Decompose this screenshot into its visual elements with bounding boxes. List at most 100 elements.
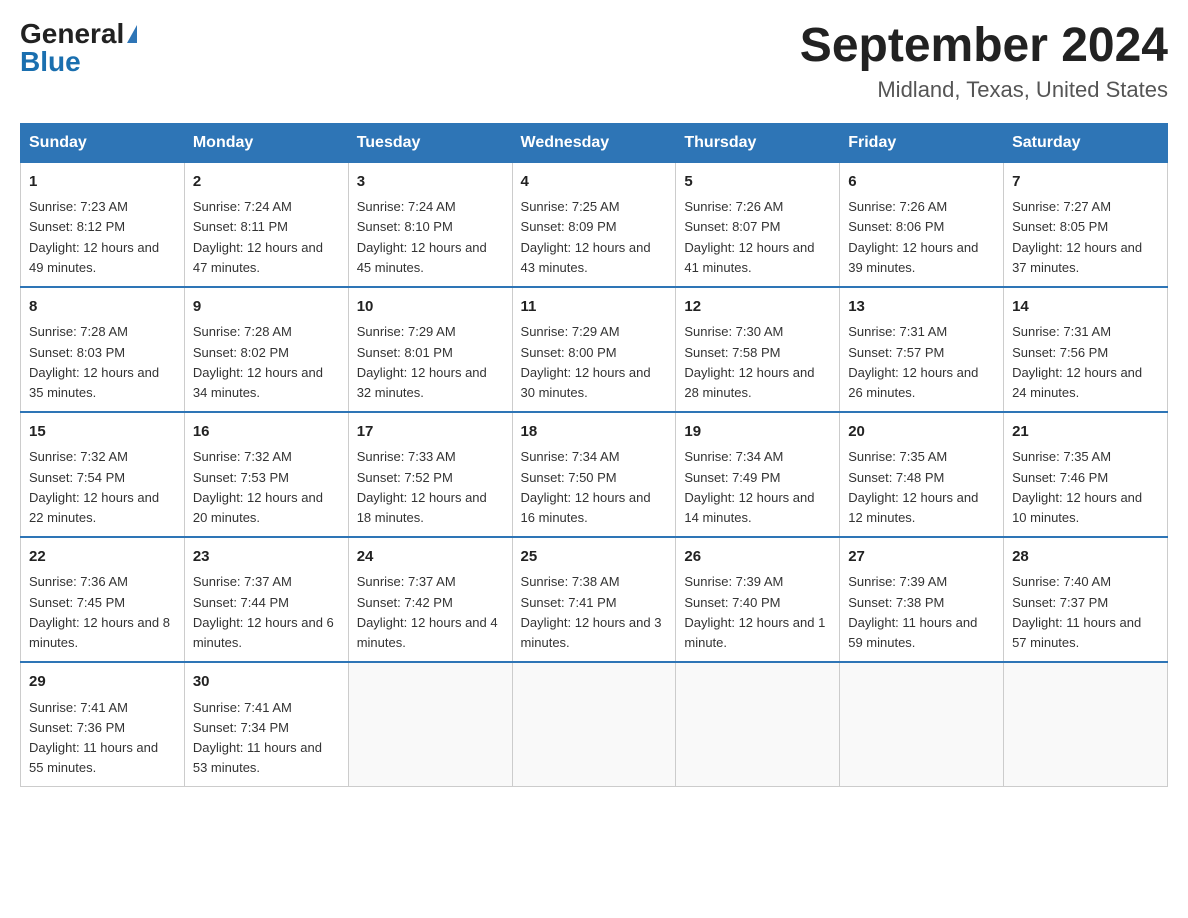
day-number: 27 xyxy=(848,546,995,569)
day-number: 12 xyxy=(684,296,831,319)
day-info: Sunrise: 7:39 AMSunset: 7:38 PMDaylight:… xyxy=(848,572,995,653)
calendar-cell: 11Sunrise: 7:29 AMSunset: 8:00 PMDayligh… xyxy=(512,287,676,412)
weekday-header-saturday: Saturday xyxy=(1004,123,1168,162)
day-number: 17 xyxy=(357,421,504,444)
calendar-cell: 14 Sunrise: 7:31 AMSunset: 7:56 PMDayligh… xyxy=(1004,287,1168,412)
calendar-subtitle: Midland, Texas, United States xyxy=(800,77,1168,103)
day-info: Sunrise: 7:41 AMSunset: 7:34 PMDaylight:… xyxy=(193,698,340,779)
calendar-cell xyxy=(1004,662,1168,787)
weekday-header-sunday: Sunday xyxy=(21,123,185,162)
weekday-header-monday: Monday xyxy=(184,123,348,162)
day-info: Sunrise: 7:31 AMSunset: 7:56 PMDaylight:… xyxy=(1012,322,1159,403)
day-number: 15 xyxy=(29,421,176,444)
logo-general-text: General xyxy=(20,20,124,48)
calendar-cell: 16 Sunrise: 7:32 AMSunset: 7:53 PMDayligh… xyxy=(184,412,348,537)
calendar-cell: 29 Sunrise: 7:41 AMSunset: 7:36 PMDayligh… xyxy=(21,662,185,787)
page-header: General Blue September 2024 Midland, Tex… xyxy=(20,20,1168,103)
calendar-cell: 28Sunrise: 7:40 AMSunset: 7:37 PMDayligh… xyxy=(1004,537,1168,662)
day-number: 3 xyxy=(357,171,504,194)
day-number: 29 xyxy=(29,671,176,694)
calendar-cell xyxy=(512,662,676,787)
day-info: Sunrise: 7:32 AMSunset: 7:53 PMDaylight:… xyxy=(193,447,340,528)
calendar-cell: 6 Sunrise: 7:26 AMSunset: 8:06 PMDaylight… xyxy=(840,162,1004,287)
day-info: Sunrise: 7:23 AMSunset: 8:12 PMDaylight:… xyxy=(29,197,176,278)
day-info: Sunrise: 7:38 AMSunset: 7:41 PMDaylight:… xyxy=(521,572,668,653)
day-number: 8 xyxy=(29,296,176,319)
day-info: Sunrise: 7:34 AMSunset: 7:49 PMDaylight:… xyxy=(684,447,831,528)
calendar-cell: 2 Sunrise: 7:24 AMSunset: 8:11 PMDaylight… xyxy=(184,162,348,287)
day-info: Sunrise: 7:25 AMSunset: 8:09 PMDaylight:… xyxy=(521,197,668,278)
calendar-cell: 5 Sunrise: 7:26 AMSunset: 8:07 PMDaylight… xyxy=(676,162,840,287)
day-info: Sunrise: 7:30 AMSunset: 7:58 PMDaylight:… xyxy=(684,322,831,403)
calendar-cell xyxy=(676,662,840,787)
day-number: 18 xyxy=(521,421,668,444)
day-number: 25 xyxy=(521,546,668,569)
day-number: 1 xyxy=(29,171,176,194)
day-number: 19 xyxy=(684,421,831,444)
day-number: 6 xyxy=(848,171,995,194)
day-number: 14 xyxy=(1012,296,1159,319)
calendar-week-5: 29 Sunrise: 7:41 AMSunset: 7:36 PMDayligh… xyxy=(21,662,1168,787)
calendar-cell: 22 Sunrise: 7:36 AMSunset: 7:45 PMDayligh… xyxy=(21,537,185,662)
day-info: Sunrise: 7:36 AMSunset: 7:45 PMDaylight:… xyxy=(29,572,176,653)
title-block: September 2024 Midland, Texas, United St… xyxy=(800,20,1168,103)
day-number: 5 xyxy=(684,171,831,194)
day-info: Sunrise: 7:32 AMSunset: 7:54 PMDaylight:… xyxy=(29,447,176,528)
day-number: 10 xyxy=(357,296,504,319)
calendar-cell: 3Sunrise: 7:24 AMSunset: 8:10 PMDaylight… xyxy=(348,162,512,287)
calendar-week-2: 8 Sunrise: 7:28 AMSunset: 8:03 PMDaylight… xyxy=(21,287,1168,412)
weekday-header-tuesday: Tuesday xyxy=(348,123,512,162)
calendar-cell: 27 Sunrise: 7:39 AMSunset: 7:38 PMDayligh… xyxy=(840,537,1004,662)
calendar-cell xyxy=(840,662,1004,787)
calendar-cell: 1 Sunrise: 7:23 AMSunset: 8:12 PMDaylight… xyxy=(21,162,185,287)
day-number: 22 xyxy=(29,546,176,569)
calendar-cell: 21Sunrise: 7:35 AMSunset: 7:46 PMDayligh… xyxy=(1004,412,1168,537)
day-info: Sunrise: 7:39 AMSunset: 7:40 PMDaylight:… xyxy=(684,572,831,653)
day-info: Sunrise: 7:31 AMSunset: 7:57 PMDaylight:… xyxy=(848,322,995,403)
calendar-week-3: 15 Sunrise: 7:32 AMSunset: 7:54 PMDayligh… xyxy=(21,412,1168,537)
calendar-cell: 24Sunrise: 7:37 AMSunset: 7:42 PMDayligh… xyxy=(348,537,512,662)
day-info: Sunrise: 7:35 AMSunset: 7:48 PMDaylight:… xyxy=(848,447,995,528)
calendar-cell xyxy=(348,662,512,787)
day-number: 13 xyxy=(848,296,995,319)
day-info: Sunrise: 7:35 AMSunset: 7:46 PMDaylight:… xyxy=(1012,447,1159,528)
calendar-week-4: 22 Sunrise: 7:36 AMSunset: 7:45 PMDayligh… xyxy=(21,537,1168,662)
calendar-cell: 4 Sunrise: 7:25 AMSunset: 8:09 PMDaylight… xyxy=(512,162,676,287)
calendar-cell: 7 Sunrise: 7:27 AMSunset: 8:05 PMDaylight… xyxy=(1004,162,1168,287)
calendar-cell: 23Sunrise: 7:37 AMSunset: 7:44 PMDayligh… xyxy=(184,537,348,662)
calendar-cell: 15 Sunrise: 7:32 AMSunset: 7:54 PMDayligh… xyxy=(21,412,185,537)
calendar-week-1: 1 Sunrise: 7:23 AMSunset: 8:12 PMDaylight… xyxy=(21,162,1168,287)
day-number: 24 xyxy=(357,546,504,569)
day-info: Sunrise: 7:29 AMSunset: 8:01 PMDaylight:… xyxy=(357,322,504,403)
calendar-body: 1 Sunrise: 7:23 AMSunset: 8:12 PMDaylight… xyxy=(21,162,1168,786)
day-info: Sunrise: 7:26 AMSunset: 8:07 PMDaylight:… xyxy=(684,197,831,278)
day-number: 7 xyxy=(1012,171,1159,194)
day-info: Sunrise: 7:33 AMSunset: 7:52 PMDaylight:… xyxy=(357,447,504,528)
day-info: Sunrise: 7:24 AMSunset: 8:11 PMDaylight:… xyxy=(193,197,340,278)
day-number: 26 xyxy=(684,546,831,569)
logo-triangle-icon xyxy=(127,25,137,43)
calendar-cell: 17 Sunrise: 7:33 AMSunset: 7:52 PMDayligh… xyxy=(348,412,512,537)
calendar-cell: 25 Sunrise: 7:38 AMSunset: 7:41 PMDayligh… xyxy=(512,537,676,662)
weekday-header-wednesday: Wednesday xyxy=(512,123,676,162)
day-info: Sunrise: 7:28 AMSunset: 8:03 PMDaylight:… xyxy=(29,322,176,403)
logo: General Blue xyxy=(20,20,137,76)
calendar-cell: 12 Sunrise: 7:30 AMSunset: 7:58 PMDayligh… xyxy=(676,287,840,412)
day-number: 4 xyxy=(521,171,668,194)
calendar-cell: 13 Sunrise: 7:31 AMSunset: 7:57 PMDayligh… xyxy=(840,287,1004,412)
day-number: 28 xyxy=(1012,546,1159,569)
weekday-header-thursday: Thursday xyxy=(676,123,840,162)
calendar-cell: 26 Sunrise: 7:39 AMSunset: 7:40 PMDayligh… xyxy=(676,537,840,662)
day-info: Sunrise: 7:27 AMSunset: 8:05 PMDaylight:… xyxy=(1012,197,1159,278)
day-info: Sunrise: 7:26 AMSunset: 8:06 PMDaylight:… xyxy=(848,197,995,278)
day-number: 11 xyxy=(521,296,668,319)
calendar-cell: 10 Sunrise: 7:29 AMSunset: 8:01 PMDayligh… xyxy=(348,287,512,412)
day-number: 2 xyxy=(193,171,340,194)
day-info: Sunrise: 7:28 AMSunset: 8:02 PMDaylight:… xyxy=(193,322,340,403)
logo-blue-text: Blue xyxy=(20,48,81,76)
day-number: 23 xyxy=(193,546,340,569)
calendar-cell: 19 Sunrise: 7:34 AMSunset: 7:49 PMDayligh… xyxy=(676,412,840,537)
calendar-table: SundayMondayTuesdayWednesdayThursdayFrid… xyxy=(20,123,1168,787)
day-number: 16 xyxy=(193,421,340,444)
day-info: Sunrise: 7:41 AMSunset: 7:36 PMDaylight:… xyxy=(29,698,176,779)
